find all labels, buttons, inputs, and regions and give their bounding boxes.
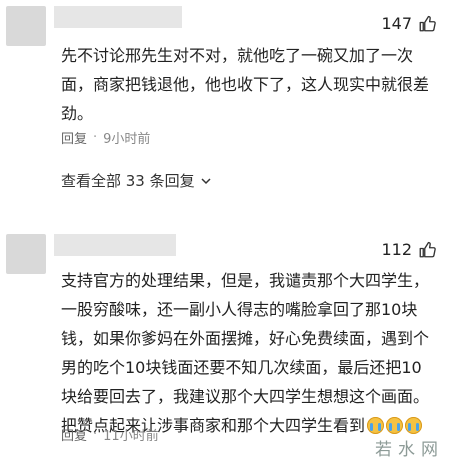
timestamp: 9小时前	[103, 132, 151, 147]
thumbs-up-icon	[419, 241, 436, 257]
crying-face-emoji	[386, 417, 404, 434]
timestamp: 11小时前	[103, 429, 159, 444]
comment-text: 支持官方的处理结果，但是，我谴责那个大四学生，一股穷酸味，还一副小人得志的嘴脸拿…	[61, 266, 436, 440]
thumbs-up-icon	[419, 15, 436, 31]
comment-text-body: 支持官方的处理结果，但是，我谴责那个大四学生，一股穷酸味，还一副小人得志的嘴脸拿…	[61, 271, 430, 435]
comment-meta: 回复 · 9小时前	[61, 128, 150, 147]
username-redacted[interactable]	[54, 234, 176, 256]
watermark: 若水网	[375, 440, 444, 460]
comment-text: 先不讨论邢先生对不对，就他吃了一碗又加了一次面，商家把钱退他，他也收下了，这人现…	[61, 46, 430, 123]
like-count: 147	[381, 14, 412, 33]
crying-face-emoji	[405, 417, 423, 434]
view-all-replies-button[interactable]: 查看全部 33 条回复	[61, 170, 211, 191]
comment-2: 112 支持官方的处理结果，但是，我谴责那个大四学生，一股穷酸味，还一副小人得志…	[0, 222, 450, 464]
avatar[interactable]	[6, 6, 46, 46]
like-button[interactable]: 147	[381, 14, 436, 33]
avatar[interactable]	[6, 234, 46, 274]
crying-face-emoji	[367, 417, 385, 434]
like-button[interactable]: 112	[381, 240, 436, 259]
username-redacted[interactable]	[54, 6, 182, 28]
reply-button[interactable]: 回复	[61, 425, 87, 444]
separator: ·	[93, 130, 98, 145]
comment-meta: 回复 · 11小时前	[61, 425, 159, 444]
separator: ·	[93, 427, 98, 442]
comment-1: 147 先不讨论邢先生对不对，就他吃了一碗又加了一次面，商家把钱退他，他也收下了…	[0, 0, 450, 205]
reply-button[interactable]: 回复	[61, 128, 87, 147]
chevron-down-icon	[201, 177, 211, 184]
view-all-replies-label: 查看全部 33 条回复	[61, 172, 195, 190]
like-count: 112	[381, 240, 412, 259]
